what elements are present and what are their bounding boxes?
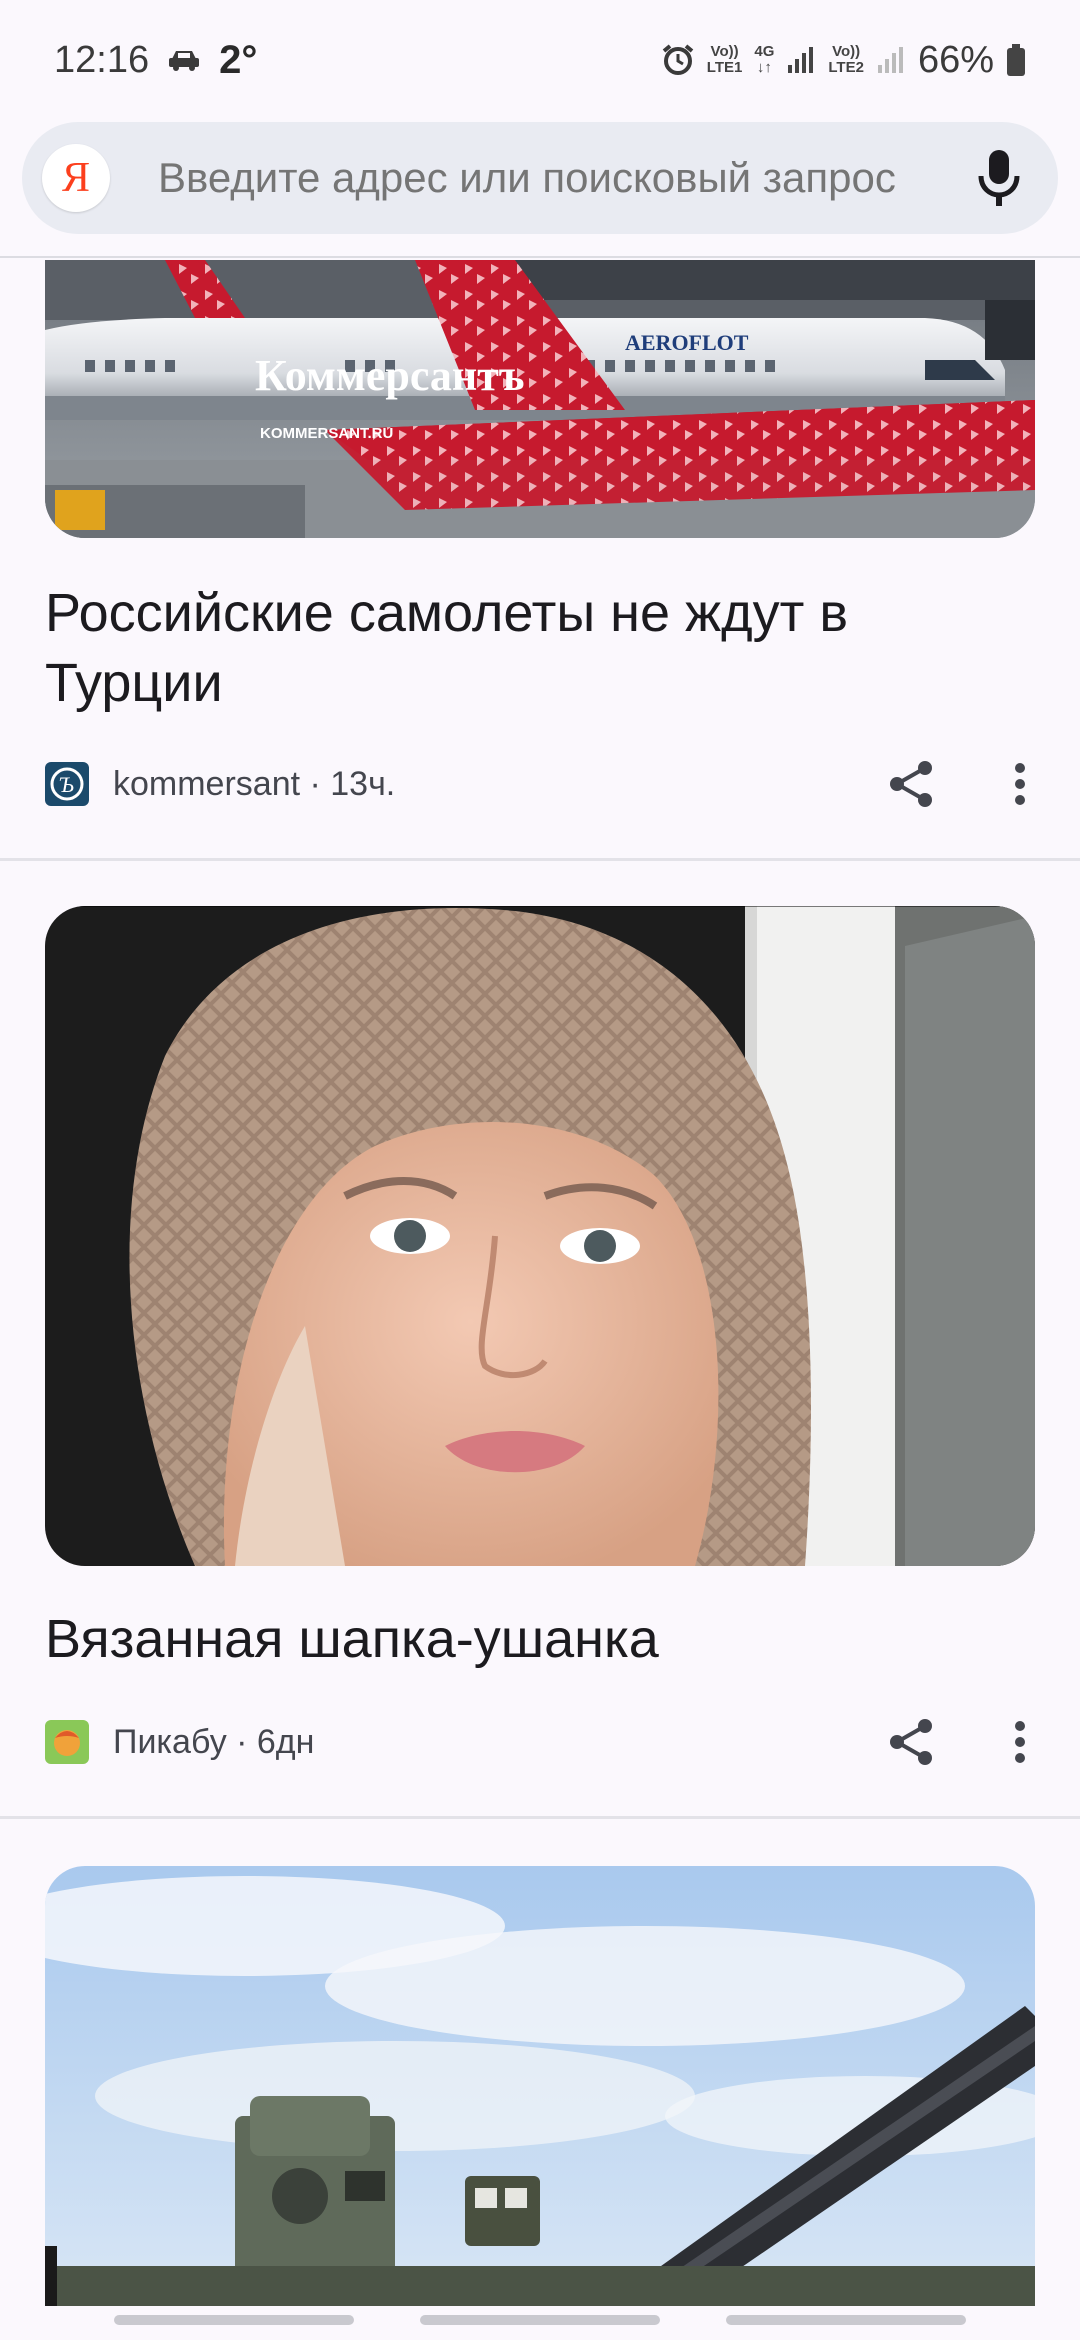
military-vehicle-photo (45, 1866, 1035, 2306)
share-icon (890, 761, 932, 807)
sim1-label: Vo)) LTE1 (707, 44, 743, 76)
sim2-lte: LTE2 (828, 59, 864, 76)
address-bar[interactable]: Я (22, 122, 1058, 234)
battery-icon (1007, 44, 1025, 76)
microphone-button[interactable] (964, 143, 1034, 213)
network-type: 4G ↓↑ (754, 44, 774, 76)
plane-photo: Коммерсантъ KOMMERSANT.RU AEROFLOT (45, 260, 1035, 538)
card-divider (0, 858, 1080, 861)
alarm-icon (662, 44, 694, 75)
network-4g: 4G (754, 43, 775, 60)
share-button[interactable] (881, 754, 941, 814)
news-source[interactable]: Пикабу · 6дн (113, 1723, 314, 1762)
share-button[interactable] (881, 1712, 941, 1772)
header-divider (0, 256, 1080, 258)
gesture-navigation-bar[interactable] (0, 2300, 1080, 2340)
more-vert-icon (1015, 763, 1025, 805)
card-divider (0, 1816, 1080, 1819)
sim2-volte: Vo)) (832, 43, 861, 60)
search-input[interactable] (158, 154, 964, 202)
sim2-label: Vo)) LTE2 (828, 44, 864, 76)
status-right: Vo)) LTE1 4G ↓↑ Vo)) LTE2 66% (661, 39, 1026, 82)
status-bar: 12:16 2° Vo)) LTE1 4G ↓↑ Vo)) LTE2 66% (0, 0, 1080, 120)
news-meta: Ъ kommersant · 13ч. (45, 754, 1035, 814)
more-vert-icon (1015, 1721, 1025, 1763)
status-left: 12:16 2° (54, 38, 257, 83)
airline-name: AEROFLOT (625, 330, 749, 355)
kommersant-url: KOMMERSANT.RU (260, 425, 393, 442)
signal-icon-2 (877, 47, 903, 73)
signal-icon-1 (788, 47, 814, 73)
nav-handle-right[interactable] (726, 2315, 966, 2325)
nav-handle-left[interactable] (114, 2315, 354, 2325)
yandex-logo-icon[interactable]: Я (42, 144, 110, 212)
pikabu-logo-icon[interactable] (45, 1720, 89, 1764)
kommersant-logo-icon[interactable]: Ъ (45, 762, 89, 806)
news-meta: Пикабу · 6дн (45, 1712, 1035, 1772)
svg-text:Ъ: Ъ (59, 772, 74, 797)
news-card-image[interactable] (45, 906, 1035, 1566)
car-icon (169, 51, 200, 71)
network-arrows: ↓↑ (756, 59, 772, 76)
nav-handle-center[interactable] (420, 2315, 660, 2325)
news-title[interactable]: Вязанная шапка-ушанка (45, 1604, 1005, 1674)
news-card-image[interactable] (45, 1866, 1035, 2306)
temperature: 2° (219, 37, 258, 82)
more-options-button[interactable] (1005, 1712, 1035, 1772)
clock: 12:16 (54, 38, 150, 81)
share-icon (890, 1719, 932, 1765)
kommersant-watermark: Коммерсантъ (255, 351, 525, 400)
battery-percent: 66% (917, 38, 994, 81)
microphone-icon (978, 150, 1020, 206)
news-card-image[interactable]: Коммерсантъ KOMMERSANT.RU AEROFLOT (45, 260, 1035, 538)
sim1-lte: LTE1 (706, 59, 743, 76)
knitted-hat-photo (45, 906, 1035, 1566)
news-title[interactable]: Российские самолеты не ждут в Турции (45, 578, 1005, 718)
news-source[interactable]: kommersant · 13ч. (113, 765, 395, 804)
more-options-button[interactable] (1005, 754, 1035, 814)
sim1-volte: Vo)) (710, 43, 739, 60)
